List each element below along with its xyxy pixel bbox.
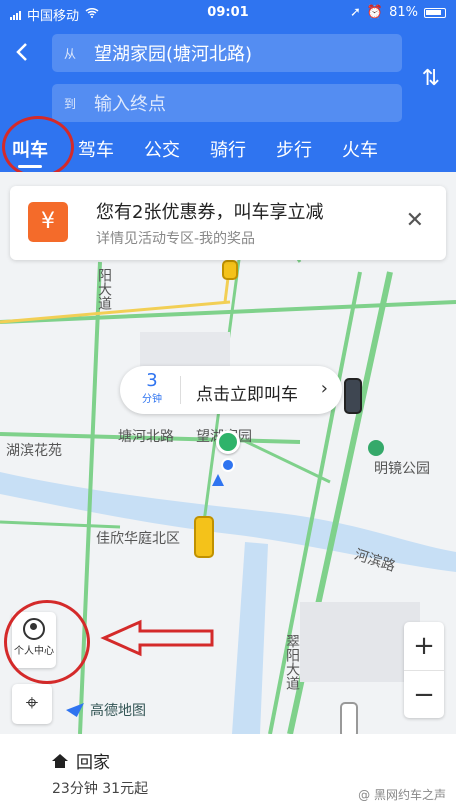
poi-label-jiaxin: 佳欣华庭北区 — [96, 531, 180, 547]
bottom-panel[interactable]: 回家 23分钟 31元起 @ 黑网约车之声 — [0, 734, 456, 811]
zoom-control: + − — [404, 622, 444, 718]
home-label: 回家 — [76, 753, 110, 773]
area-label-hubin: 湖滨花苑 — [6, 443, 62, 459]
coupon-subtitle: 详情见活动专区-我的奖品 — [96, 231, 256, 247]
home-destination[interactable]: 回家 — [52, 748, 110, 773]
location-arrow-icon: ➚ — [350, 5, 361, 20]
status-right: ➚ ⏰ 81% — [350, 5, 446, 20]
tab-bus[interactable]: 公交 — [144, 136, 180, 162]
destination-field[interactable]: 到 输入终点 — [52, 84, 402, 122]
battery-icon — [424, 7, 446, 18]
tab-walk[interactable]: 步行 — [276, 136, 312, 162]
car-icon-white — [340, 702, 358, 734]
coupon-banner[interactable]: ¥ 您有2张优惠券，叫车享立减 详情见活动专区-我的奖品 ✕ — [10, 186, 446, 260]
eta-minutes-unit: 分钟 — [142, 394, 162, 405]
home-eta: 23分钟 31元起 — [52, 781, 149, 797]
eta-minutes: 3 分钟 — [130, 370, 174, 406]
tab-train[interactable]: 火车 — [342, 136, 378, 162]
coupon-icon: ¥ — [28, 202, 68, 242]
map-logo: 高德地图 — [66, 700, 146, 720]
park-label: 明镜公园 — [374, 461, 430, 477]
close-icon[interactable]: ✕ — [406, 208, 424, 233]
origin-value: 望湖家园(塘河北路) — [94, 44, 253, 65]
start-pin-icon — [216, 430, 240, 454]
tab-bike[interactable]: 骑行 — [210, 136, 246, 162]
route-header: 从 望湖家园(塘河北路) 到 输入终点 ⇅ — [0, 26, 456, 126]
annotation-circle-taxi-tab — [2, 116, 74, 178]
park-icon — [368, 440, 384, 456]
origin-field[interactable]: 从 望湖家园(塘河北路) — [52, 34, 402, 72]
annotation-circle-personal — [4, 600, 90, 684]
bubble-divider — [180, 376, 181, 404]
zoom-in-button[interactable]: + — [404, 622, 444, 670]
home-icon — [52, 753, 68, 768]
origin-tag: 从 — [64, 46, 77, 61]
alarm-icon: ⏰ — [366, 5, 384, 20]
battery-percent: 81% — [389, 5, 418, 20]
zoom-out-button[interactable]: − — [404, 670, 444, 718]
road-label-cuiyang: 翠阳大道 — [284, 634, 300, 690]
swap-icon[interactable]: ⇅ — [422, 66, 440, 91]
car-icon-dark — [344, 378, 362, 414]
tab-drive[interactable]: 驾车 — [78, 136, 114, 162]
status-bar: 中国移动 09:01 ➚ ⏰ 81% — [0, 0, 456, 26]
amap-logo-icon — [66, 703, 84, 717]
locate-icon[interactable]: ⌖ — [12, 684, 52, 724]
map-logo-text: 高德地图 — [90, 703, 146, 719]
chevron-right-icon: › — [320, 378, 328, 399]
watermark-text: @ 黑网约车之声 — [358, 788, 446, 802]
coupon-title: 您有2张优惠券，叫车享立减 — [96, 202, 324, 223]
back-icon[interactable] — [10, 38, 38, 66]
heading-arrow-icon — [212, 474, 224, 486]
call-car-bubble[interactable]: 3 分钟 点击立即叫车 › — [120, 366, 342, 414]
eta-minutes-number: 3 — [146, 370, 158, 391]
road-label-yang: 阳大道 — [96, 268, 112, 310]
taxi-car-icon — [194, 516, 214, 558]
current-location-icon — [221, 458, 235, 472]
destination-placeholder: 输入终点 — [94, 94, 166, 115]
road-label-tanghe-north: 塘河北路 — [118, 429, 174, 445]
call-car-label: 点击立即叫车 — [196, 385, 298, 405]
annotation-arrow-icon — [100, 619, 214, 657]
destination-tag: 到 — [64, 96, 77, 111]
taxi-car-icon — [222, 260, 238, 280]
